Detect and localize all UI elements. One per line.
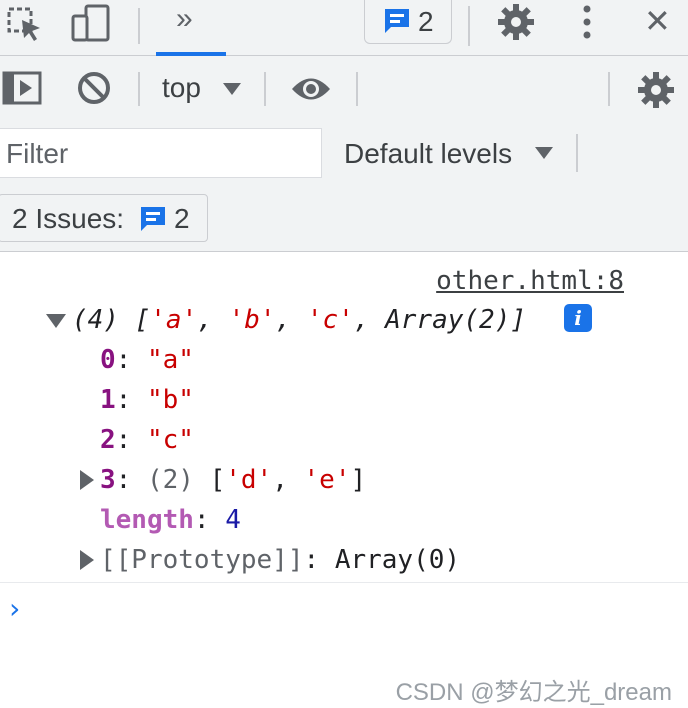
issues-label: 2 Issues:: [12, 203, 125, 234]
prototype-value: Array(0): [334, 545, 461, 575]
nested-array-entry[interactable]: 3: (2) ['d', 'e']: [100, 462, 366, 498]
inspect-icon[interactable]: [6, 6, 44, 44]
console-prompt-icon[interactable]: ›: [6, 592, 23, 625]
source-link[interactable]: other.html:8: [436, 266, 624, 296]
message-count: 2: [418, 6, 434, 37]
expand-triangle-icon[interactable]: [80, 470, 94, 490]
message-icon: [138, 204, 168, 234]
array-summary-tail: Array(2)]: [385, 305, 527, 335]
toolbar-divider: [138, 72, 140, 106]
message-icon: [382, 6, 412, 36]
collapse-triangle-icon[interactable]: [46, 314, 66, 328]
context-selector[interactable]: top: [162, 72, 201, 104]
entry-key: 1: [100, 385, 116, 415]
array-item: 'e': [303, 465, 351, 495]
console-divider: [0, 582, 688, 583]
length-key: length: [100, 505, 194, 535]
entry-value: "a": [146, 345, 194, 375]
array-item: 'b': [228, 305, 276, 335]
array-entry: 0: "a": [100, 345, 194, 375]
length-entry: length: 4: [100, 505, 241, 535]
toolbar-divider: [576, 134, 578, 172]
array-item: 'd': [225, 465, 273, 495]
info-icon[interactable]: i: [564, 304, 592, 332]
length-value: 4: [225, 505, 241, 535]
gear-icon[interactable]: [496, 2, 536, 42]
prototype-key: [[Prototype]]: [100, 545, 304, 575]
log-levels-dropdown[interactable]: Default levels: [344, 138, 512, 170]
array-item: 'c': [306, 305, 354, 335]
main-toolbar: » 2 ✕: [0, 0, 688, 56]
kebab-menu-icon[interactable]: [576, 4, 598, 40]
entry-key: 2: [100, 425, 116, 455]
expand-triangle-icon[interactable]: [80, 550, 94, 570]
issues-count: 2: [174, 203, 190, 234]
clear-console-icon[interactable]: [76, 70, 112, 106]
entry-key: 0: [100, 345, 116, 375]
close-icon[interactable]: ✕: [644, 2, 671, 40]
toolbar-divider: [468, 6, 470, 46]
toolbar-divider: [608, 72, 610, 106]
array-summary[interactable]: (4) ['a', 'b', 'c', Array(2)]: [72, 302, 526, 338]
eye-icon[interactable]: [290, 74, 332, 104]
dropdown-arrow-icon: [222, 82, 242, 96]
prototype-entry[interactable]: [[Prototype]]: Array(0): [100, 542, 460, 578]
toolbar-divider: [264, 72, 266, 106]
device-toggle-icon[interactable]: [70, 2, 112, 44]
toolbar-divider: [356, 72, 358, 106]
console-toolbar: [0, 56, 688, 124]
array-entry: 2: "c": [100, 425, 194, 455]
entry-value: "c": [146, 425, 194, 455]
nested-count: (2): [146, 465, 194, 495]
more-tabs-icon[interactable]: »: [176, 2, 193, 36]
watermark: CSDN @梦幻之光_dream: [395, 679, 672, 706]
toolbar-divider: [138, 8, 140, 44]
array-entry: 1: "b": [100, 385, 194, 415]
sidebar-toggle-icon[interactable]: [2, 70, 42, 106]
array-item: 'a': [150, 305, 198, 335]
filter-placeholder: Filter: [6, 138, 69, 169]
entry-key: 3: [100, 465, 116, 495]
entry-value: "b": [146, 385, 194, 415]
array-summary-prefix: (4) [: [72, 305, 151, 335]
gear-icon[interactable]: [636, 70, 676, 110]
dropdown-arrow-icon: [534, 146, 554, 160]
